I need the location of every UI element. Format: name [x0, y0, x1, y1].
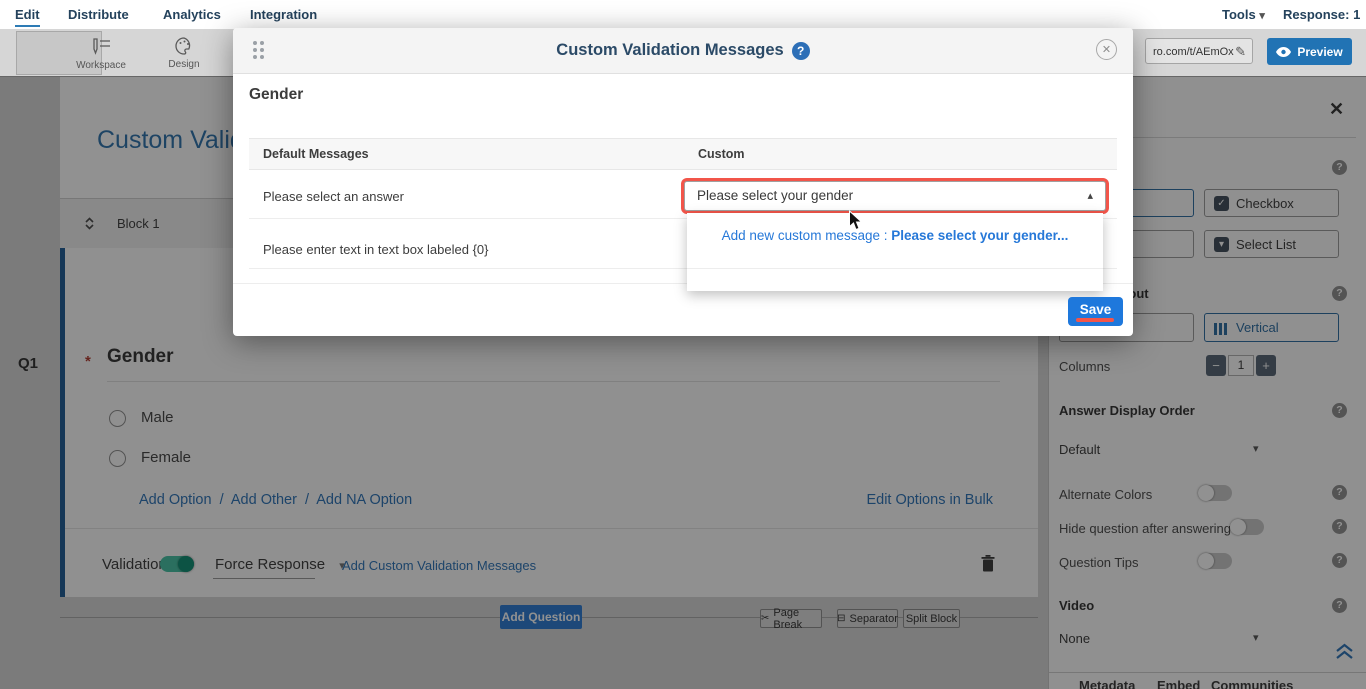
save-button[interactable]: Save — [1068, 297, 1123, 326]
toolbar-tab-workspace[interactable]: Workspace — [16, 31, 102, 75]
modal-close-icon[interactable]: ✕ — [1096, 39, 1117, 60]
panel-divider — [687, 268, 1103, 269]
modal-title-row: Custom Validation Messages ? — [233, 41, 1133, 60]
preview-label: Preview — [1297, 45, 1342, 59]
save-label: Save — [1080, 302, 1112, 317]
nav-tab-edit[interactable]: Edit — [15, 7, 40, 27]
add-new-message-value: Please select your gender... — [891, 228, 1068, 243]
custom-message-value: Please select your gender — [697, 188, 853, 203]
nav-tab-integration[interactable]: Integration — [250, 7, 317, 22]
response-count[interactable]: Response: 1 — [1283, 7, 1360, 22]
toolbar-tab-design[interactable]: Design — [100, 31, 184, 73]
custom-message-dropdown-panel: Add new custom message : Please select y… — [687, 213, 1103, 291]
nav-tab-distribute[interactable]: Distribute — [68, 7, 129, 22]
top-nav: Edit Distribute Analytics Integration To… — [0, 0, 1366, 29]
eye-icon — [1276, 47, 1291, 57]
tools-menu[interactable]: Tools ▾ — [1222, 7, 1265, 22]
modal-question-name: Gender — [249, 86, 303, 104]
add-new-custom-message-option[interactable]: Add new custom message : Please select y… — [687, 228, 1103, 243]
survey-builder-page: Edit Distribute Analytics Integration To… — [0, 0, 1366, 689]
nav-tab-analytics[interactable]: Analytics — [163, 7, 221, 22]
modal-help-icon[interactable]: ? — [792, 42, 810, 60]
share-url-text: ro.com/t/AEmOx — [1153, 46, 1234, 58]
default-message-row-2: Please enter text in text box labeled {0… — [263, 242, 489, 257]
preview-button[interactable]: Preview — [1267, 38, 1352, 65]
custom-message-select[interactable]: Please select your gender ▴ — [684, 181, 1106, 211]
caret-up-icon: ▴ — [1087, 182, 1093, 210]
table-header-band: Default Messages Custom — [249, 138, 1117, 170]
custom-validation-messages-modal: Custom Validation Messages ? ✕ Gender De… — [233, 28, 1133, 336]
tools-label: Tools — [1222, 7, 1256, 22]
mouse-cursor — [848, 210, 863, 232]
share-url-field[interactable]: ro.com/t/AEmOx ✎ — [1145, 38, 1253, 64]
column-header-default: Default Messages — [263, 147, 369, 161]
modal-title: Custom Validation Messages — [556, 41, 783, 60]
edit-url-pencil-icon[interactable]: ✎ — [1235, 39, 1246, 64]
default-message-row-1: Please select an answer — [263, 189, 404, 204]
column-header-custom: Custom — [698, 147, 745, 161]
modal-header: Custom Validation Messages ? ✕ — [233, 28, 1133, 74]
save-red-underline — [1076, 318, 1114, 322]
caret-down-icon: ▾ — [1259, 10, 1265, 22]
